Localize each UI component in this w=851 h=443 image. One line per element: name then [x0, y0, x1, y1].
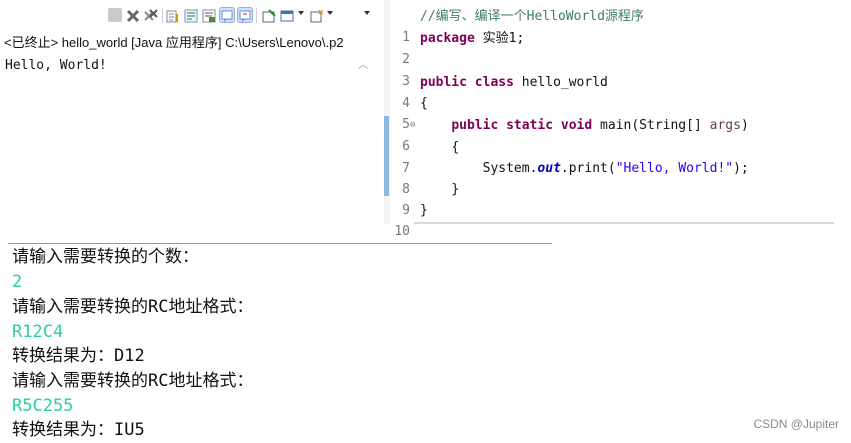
output-divider — [8, 243, 552, 244]
code-line: 4 public class hello_world — [384, 72, 832, 111]
keyword: void — [560, 118, 593, 133]
code-text: hello_world — [513, 75, 608, 90]
stop-terminate-icon[interactable] — [108, 8, 122, 22]
code-line: 10 } — [384, 200, 832, 239]
output-line: 请输入需要转换的RC地址格式： — [12, 371, 254, 391]
code-text: } — [451, 182, 460, 197]
code-text: main(String[] — [592, 118, 710, 133]
remove-all-terminated-icon[interactable] — [144, 8, 158, 22]
new-console-dropdown-icon[interactable] — [327, 11, 333, 15]
code-line: 3 — [384, 50, 832, 89]
console-header: <已终止> hello_world [Java 应用程序] C:\Users\L… — [4, 35, 344, 50]
static-field: out — [537, 161, 561, 176]
fold-collapse-icon[interactable]: ⊖ — [410, 115, 415, 136]
view-menu-icon[interactable] — [364, 11, 370, 15]
scroll-up-arrow-icon[interactable]: ︿ — [358, 56, 368, 71]
user-input-line: R5C255 — [12, 396, 74, 416]
watermark: CSDN @Jupiter — [753, 417, 839, 431]
keyword: package — [420, 31, 475, 46]
code-line: 8 System.out.print("Hello, World!"); — [384, 158, 832, 197]
open-console-icon[interactable] — [280, 8, 294, 22]
code-line: 5 { — [384, 93, 832, 132]
code-text: { — [451, 140, 460, 155]
console-output-line: Hello, World! — [5, 58, 107, 73]
console-toolbar — [0, 0, 384, 30]
java-editor: 1 //编写、编译一个HelloWorld源程序 2 package 实验1; … — [384, 0, 834, 239]
keyword: static — [506, 118, 554, 133]
code-text: } — [420, 203, 428, 218]
display-selected-console-icon[interactable] — [262, 8, 276, 23]
code-text: ) — [740, 118, 749, 133]
keyword: class — [474, 75, 514, 90]
line-number: 10 — [394, 224, 410, 239]
pin-console-icon[interactable] — [237, 7, 253, 23]
console-view: <已终止> hello_world [Java 应用程序] C:\Users\L… — [0, 0, 385, 224]
user-input-line: 2 — [12, 272, 23, 292]
output-line: 转换结果为：IU5 — [12, 420, 145, 440]
code-text: 实验1; — [474, 31, 525, 46]
output-line: 请输入需要转换的RC地址格式： — [12, 297, 254, 317]
word-wrap-icon[interactable] — [184, 8, 198, 23]
horizontal-scrollbar[interactable] — [414, 222, 834, 224]
code-line: 1 //编写、编译一个HelloWorld源程序 — [384, 6, 832, 45]
scroll-lock-icon[interactable] — [166, 8, 180, 23]
open-console-dropdown-icon[interactable] — [298, 11, 304, 15]
user-input-line: R12C4 — [12, 322, 64, 342]
code-line: 9 } — [384, 179, 832, 218]
parameter: args — [709, 118, 741, 133]
code-text: ); — [733, 161, 749, 176]
toolbar-separator — [162, 8, 163, 23]
code-line: 7 { — [384, 137, 832, 176]
code-line: 6 ⊖ public static void main(String[] arg… — [384, 115, 832, 154]
show-console-on-error-icon[interactable] — [219, 7, 235, 23]
toolbar-separator — [256, 8, 257, 23]
comment: //编写、编译一个HelloWorld源程序 — [420, 9, 644, 24]
keyword: public — [451, 118, 499, 133]
code-text: { — [420, 96, 428, 111]
code-text: System. — [482, 161, 538, 176]
remove-launch-icon[interactable] — [126, 8, 140, 23]
output-line: 请输入需要转换的个数： — [12, 247, 199, 267]
new-console-icon[interactable] — [310, 8, 324, 23]
code-text: .print( — [560, 161, 616, 176]
string-literal: "Hello, World!" — [615, 161, 734, 176]
output-line: 转换结果为：D12 — [12, 346, 145, 366]
show-console-on-output-icon[interactable] — [202, 8, 216, 23]
keyword: public — [420, 75, 467, 90]
code-line: 2 package 实验1; — [384, 28, 832, 67]
